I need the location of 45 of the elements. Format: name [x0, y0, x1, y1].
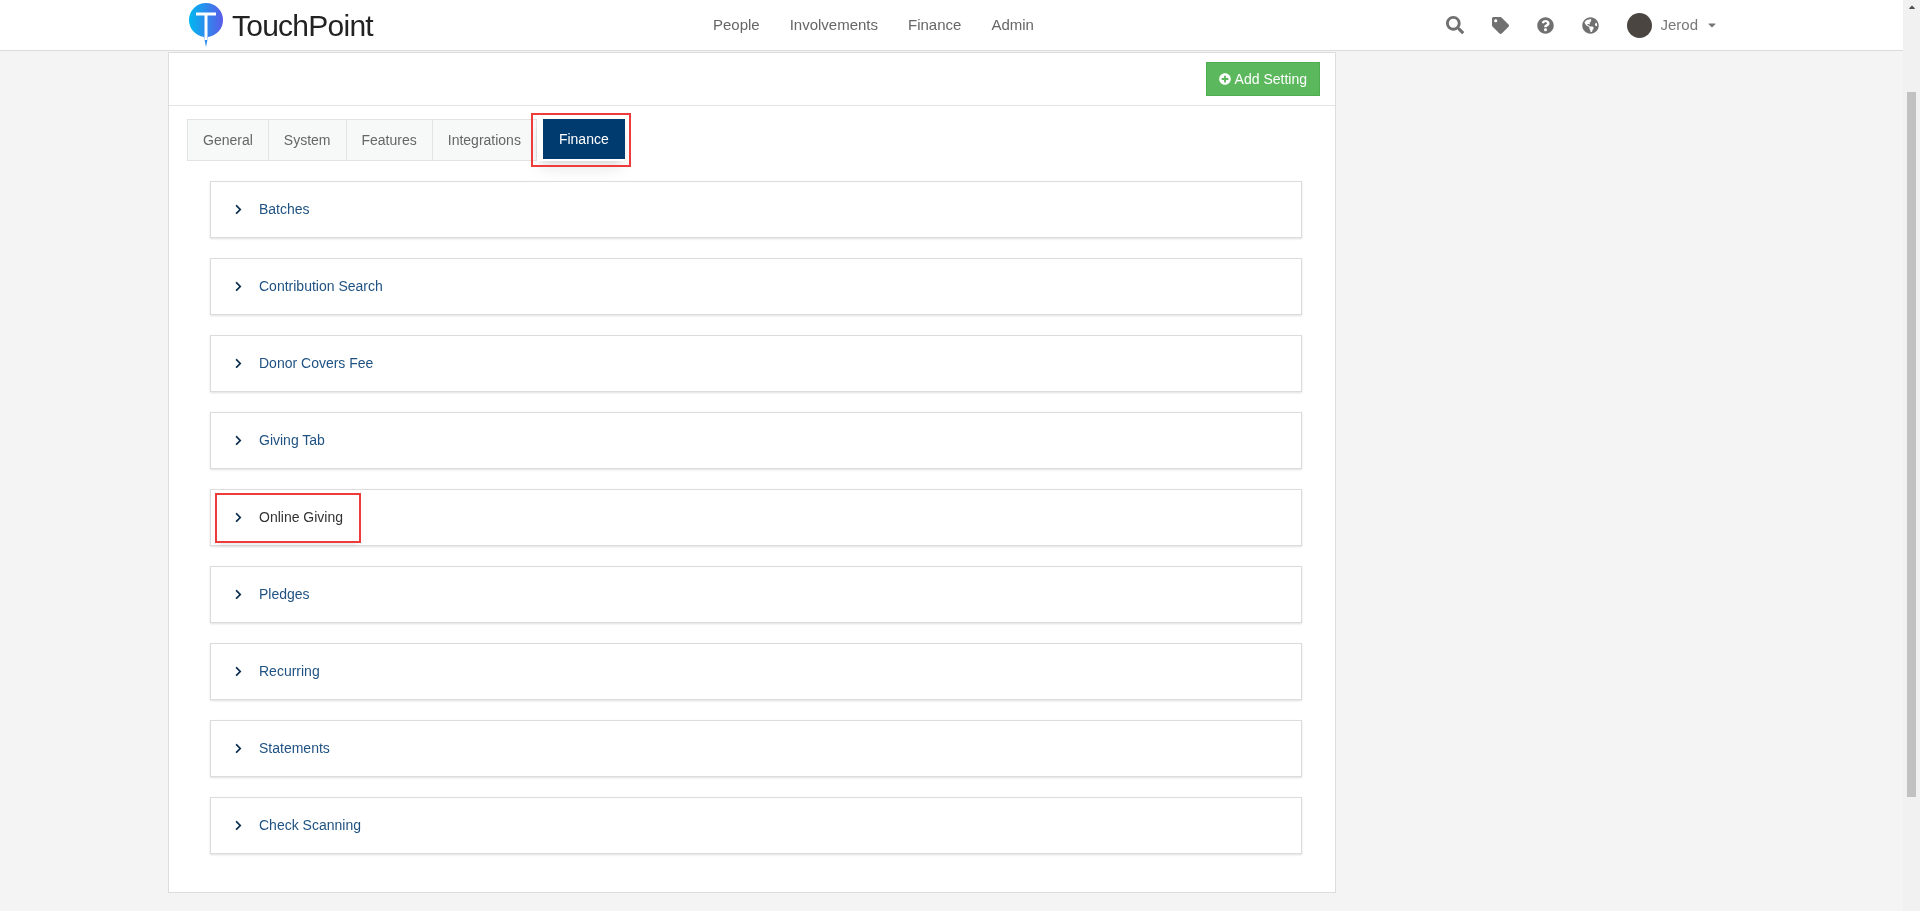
nav-link[interactable]: Involvements [789, 13, 879, 37]
nav-link[interactable]: People [712, 13, 760, 37]
chevron-icon [233, 281, 244, 292]
settings-tab[interactable]: Features [345, 119, 433, 161]
search-icon[interactable] [1446, 16, 1465, 34]
globe-icon[interactable] [1582, 16, 1600, 34]
chevron-icon [233, 820, 244, 831]
section-title[interactable]: Recurring [259, 661, 320, 682]
section-title[interactable]: Donor Covers Fee [259, 353, 374, 374]
accordion-item[interactable]: Giving Tab [210, 412, 1302, 469]
chevron-icon [233, 358, 244, 369]
accordion-item[interactable]: Recurring [210, 643, 1302, 700]
chevron-icon [233, 589, 244, 600]
section-title[interactable]: Giving Tab [259, 430, 325, 451]
section-title[interactable]: Pledges [259, 584, 310, 605]
settings-tab[interactable]: Finance [542, 119, 625, 159]
settings-tab[interactable]: Integrations [431, 119, 537, 161]
chevron-icon [233, 435, 244, 446]
accordion-item[interactable]: Pledges [210, 566, 1302, 623]
section-title[interactable]: Batches [259, 199, 310, 220]
section-title[interactable]: Check Scanning [259, 815, 361, 836]
brand-name[interactable]: TouchPoint [232, 2, 373, 48]
accordion-item[interactable]: Check Scanning [210, 797, 1302, 854]
help-icon[interactable] [1537, 16, 1555, 34]
chevron-icon [233, 204, 244, 215]
section-title[interactable]: Contribution Search [259, 276, 383, 297]
tag-icon[interactable] [1492, 16, 1510, 34]
nav-link[interactable]: Admin [991, 13, 1034, 37]
nav-link[interactable]: Finance [908, 13, 962, 37]
accordion-item[interactable]: Statements [210, 720, 1302, 777]
chevron-icon [233, 743, 244, 754]
accordion-item[interactable]: Batches [210, 181, 1302, 238]
settings-tab[interactable]: System [267, 119, 347, 161]
scrollbar-thumb[interactable] [1907, 92, 1916, 797]
settings-tab[interactable]: General [187, 119, 269, 161]
avatar-icon [1627, 12, 1653, 38]
accordion-item[interactable]: Online Giving [210, 489, 1302, 546]
accordion-item[interactable]: Contribution Search [210, 258, 1302, 315]
user-menu[interactable]: Jerod [1627, 12, 1718, 38]
plus-icon [1218, 73, 1231, 85]
chevron-icon [233, 512, 244, 523]
section-title[interactable]: Statements [259, 738, 330, 759]
accordion-item[interactable]: Donor Covers Fee [210, 335, 1302, 392]
section-title[interactable]: Online Giving [259, 507, 344, 528]
chevron-icon [233, 666, 244, 677]
